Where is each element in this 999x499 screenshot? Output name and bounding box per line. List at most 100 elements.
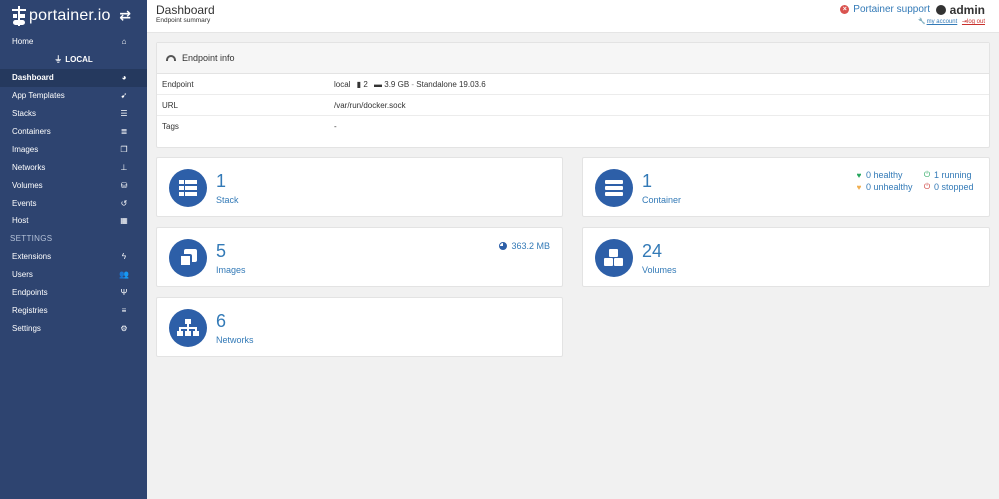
dashboard-icon: ◕ [121,73,127,83]
sidebar-item-label: Settings [12,323,41,333]
portainer-support-link[interactable]: × Portainer support [840,4,930,15]
heartbeat-icon: ♥ [856,170,862,180]
microchip-icon: ▮ [356,79,362,89]
info-key: Endpoint [162,79,194,89]
sidebar-item-label: Registries [12,306,48,316]
sidebar-item-registries[interactable]: Registries ≡ [0,302,147,320]
sidebar-item-label: Networks [12,162,46,172]
sidebar-item-label: Images [12,144,39,154]
sidebar-item-label: Stacks [12,109,37,119]
sidebar-item-extensions[interactable]: Extensions ϟ [0,248,147,266]
sidebar-item-label: Users [12,270,33,280]
wrench-icon: 🔧 [918,19,926,25]
sidebar-item-dashboard[interactable]: Dashboard ◕ [0,68,147,87]
exchange-icon[interactable]: ⇄ [119,7,131,24]
sidebar-item-endpoints[interactable]: Endpoints Ψ [0,284,147,302]
power-off-icon: ⏻ [923,170,931,179]
sidebar-item-home[interactable]: Home ⌂ [0,33,147,51]
volumes-circle [595,239,633,277]
clone-icon: ❐ [120,144,128,154]
plug-icon: Ψ [120,288,128,298]
rocket-icon: ➹ [120,91,128,101]
cogs-icon: ⚙ [120,323,128,333]
stack-circle [169,169,207,207]
endpoint-type: Standalone 19.03.6 [416,79,486,89]
info-key: URL [162,100,179,110]
portainer-logo-icon [12,6,26,26]
brand[interactable]: portainer.io ⇄ [0,0,147,32]
page-subtitle: Endpoint summary [156,17,211,24]
sidebar-item-app-templates[interactable]: App Templates ➹ [0,87,147,105]
volumes-label: Volumes [642,265,677,275]
sidebar-item-label: Endpoints [12,288,48,298]
container-count: 1 [642,171,653,191]
sidebar-item-volumes[interactable]: Volumes ⛁ [0,176,147,194]
endpoint-name: local [334,79,351,89]
sidebar-item-label: Dashboard [12,73,54,83]
container-widget[interactable]: 1 Container ♥ 0 healthy ♥ 0 unhealthy ⏻ … [582,157,990,217]
page-title: Dashboard [156,3,215,17]
info-row-url: URL /var/run/docker.sock [157,95,989,116]
sitemap-icon [177,319,199,337]
stack-widget[interactable]: 1 Stack [156,157,563,217]
sidebar-item-stacks[interactable]: Stacks ☰ [0,105,147,123]
stack-count: 1 [216,171,227,191]
account-links: 🔧my account ⇥log out [918,18,985,25]
tachometer-icon [166,55,176,61]
images-widget[interactable]: 5 Images 363.2 MB [156,227,563,287]
endpoint-info-widget: Endpoint info Endpoint local ▮ 2 ▬ 3.9 G… [156,42,990,148]
brand-name: portainer.io [29,7,111,24]
list-icon: ☰ [120,109,128,119]
info-row-tags: Tags - [157,116,989,137]
info-row-endpoint: Endpoint local ▮ 2 ▬ 3.9 GB - Standalone… [157,74,989,95]
sidebar-item-settings[interactable]: Settings ⚙ [0,319,147,337]
info-value: - [334,122,337,131]
history-icon: ↺ [120,198,128,208]
sidebar-item-networks[interactable]: Networks ⊥ [0,158,147,176]
images-size: 363.2 MB [499,241,550,251]
sidebar-item-containers[interactable]: Containers ≣ [0,123,147,141]
networks-count: 6 [216,311,227,331]
log-out-link[interactable]: ⇥log out [962,19,985,25]
my-account-link[interactable]: my account [927,19,958,25]
sidebar-item-label: Events [12,198,37,208]
cpu-count: 2 [363,79,368,89]
stopped-status: ⏻ 0 stopped [923,182,974,192]
healthy-status: ♥ 0 healthy [856,170,903,180]
clone-icon [179,249,197,267]
th-list-icon [179,180,197,196]
info-value: local ▮ 2 ▬ 3.9 GB - Standalone 19.03.6 [334,80,989,89]
memory-icon: ▬ [374,79,383,89]
volumes-widget[interactable]: 24 Volumes [582,227,990,287]
images-circle [169,239,207,277]
pie-chart-icon [499,242,508,250]
times-circle-icon: × [840,5,850,14]
th-icon: ▦ [120,216,128,226]
top-header: Dashboard Endpoint summary × Portainer s… [147,0,999,33]
sidebar-endpoint-name: ⏚ LOCAL [54,55,93,65]
sidebar-item-host[interactable]: Host ▦ [0,212,147,230]
networks-widget[interactable]: 6 Networks [156,297,563,357]
sidebar: portainer.io ⇄ Home ⌂ ⏚ LOCAL Dashboard … [0,0,147,499]
user-name: admin [935,3,985,17]
cubes-icon [603,249,625,267]
sidebar-item-label: Home [12,37,34,47]
endpoint-info-title: Endpoint info [182,53,235,63]
server-icon: ≣ [120,127,128,136]
cubes-icon: ⛁ [120,180,128,190]
sidebar-item-events[interactable]: Events ↺ [0,194,147,212]
sidebar-item-label: Volumes [12,180,43,190]
container-circle [595,169,633,207]
sidebar-item-label: Extensions [12,252,52,262]
sidebar-item-images[interactable]: Images ❐ [0,140,147,158]
database-icon: ≡ [121,306,127,316]
memory-size: 3.9 GB [384,79,410,89]
volumes-count: 24 [642,241,663,261]
server-icon [605,180,623,196]
user-circle-icon [935,5,946,15]
sidebar-item-users[interactable]: Users 👥 [0,266,147,284]
sidebar-item-label: Containers [12,127,51,136]
bolt-icon: ϟ [121,252,127,262]
stack-label: Stack [216,195,239,205]
unhealthy-status: ♥ 0 unhealthy [856,182,913,192]
